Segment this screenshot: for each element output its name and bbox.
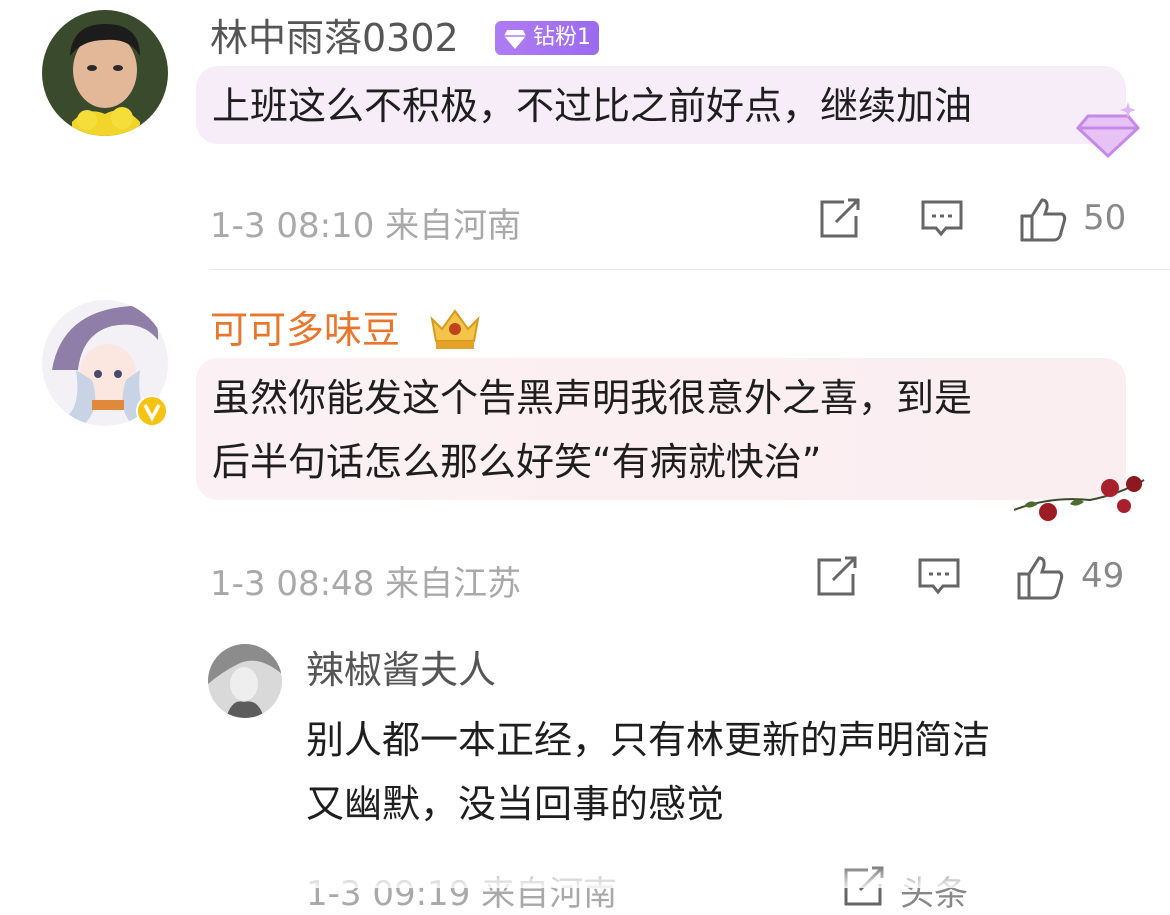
comment-username[interactable]: 可可多味豆 xyxy=(210,308,400,352)
avatar[interactable] xyxy=(208,644,282,718)
comment-icon xyxy=(918,558,960,595)
like-button[interactable] xyxy=(1017,554,1065,604)
avatar[interactable] xyxy=(42,10,168,136)
verified-icon xyxy=(136,395,168,431)
diamond-icon xyxy=(503,27,527,61)
comment-username[interactable]: 辣椒酱夫人 xyxy=(306,648,496,692)
comment-text: 后半句话怎么那么好笑“有病就快治” xyxy=(212,440,822,484)
comment-text: 上班这么不积极，不过比之前好点，继续加油 xyxy=(212,84,973,128)
comment-timestamp: 1-3 08:10 来自河南 xyxy=(210,206,522,246)
like-count: 49 xyxy=(1081,556,1125,596)
comment-text: 又幽默，没当回事的感觉 xyxy=(306,782,725,826)
rose-decoration-icon xyxy=(1010,470,1150,530)
comment-location: 来自江苏 xyxy=(385,564,522,604)
user-photo-icon xyxy=(208,644,282,718)
like-count: 50 xyxy=(1083,198,1127,238)
fan-level-badge-label: 钻粉1 xyxy=(533,25,591,50)
comment-text-block: 别人都一本正经，只有林更新的声明简洁 又幽默，没当回事的感觉 xyxy=(306,708,1126,836)
reply-button[interactable] xyxy=(920,198,964,244)
comment-timestamp: 1-3 08:48 来自江苏 xyxy=(210,564,522,604)
bubble-decoration-icon xyxy=(1066,96,1146,164)
scroll-fade xyxy=(0,862,1170,888)
comment-text: 虽然你能发这个告黑声明我很意外之喜，到是 xyxy=(212,376,973,420)
comment-bubble: 上班这么不积极，不过比之前好点，继续加油 xyxy=(196,66,1126,144)
repost-button[interactable] xyxy=(815,556,859,602)
comment-icon xyxy=(921,200,963,237)
fan-level-badge: 钻粉1 xyxy=(495,21,599,55)
repost-icon xyxy=(820,198,860,238)
reply-button[interactable] xyxy=(917,556,961,602)
comment-text: 别人都一本正经，只有林更新的声明简洁 xyxy=(306,718,991,762)
repost-icon xyxy=(817,556,857,596)
thumbs-up-icon xyxy=(1020,198,1067,242)
comment-divider xyxy=(210,269,1170,270)
comment-username[interactable]: 林中雨落0302 xyxy=(210,16,459,60)
comment-bubble: 虽然你能发这个告黑声明我很意外之喜，到是 后半句话怎么那么好笑“有病就快治” xyxy=(196,358,1126,500)
user-photo-icon xyxy=(42,10,168,136)
comment-location: 来自河南 xyxy=(385,206,522,246)
thumbs-up-icon xyxy=(1017,556,1064,600)
repost-button[interactable] xyxy=(818,198,862,244)
crown-badge-icon xyxy=(426,305,484,355)
like-button[interactable] xyxy=(1020,196,1068,246)
